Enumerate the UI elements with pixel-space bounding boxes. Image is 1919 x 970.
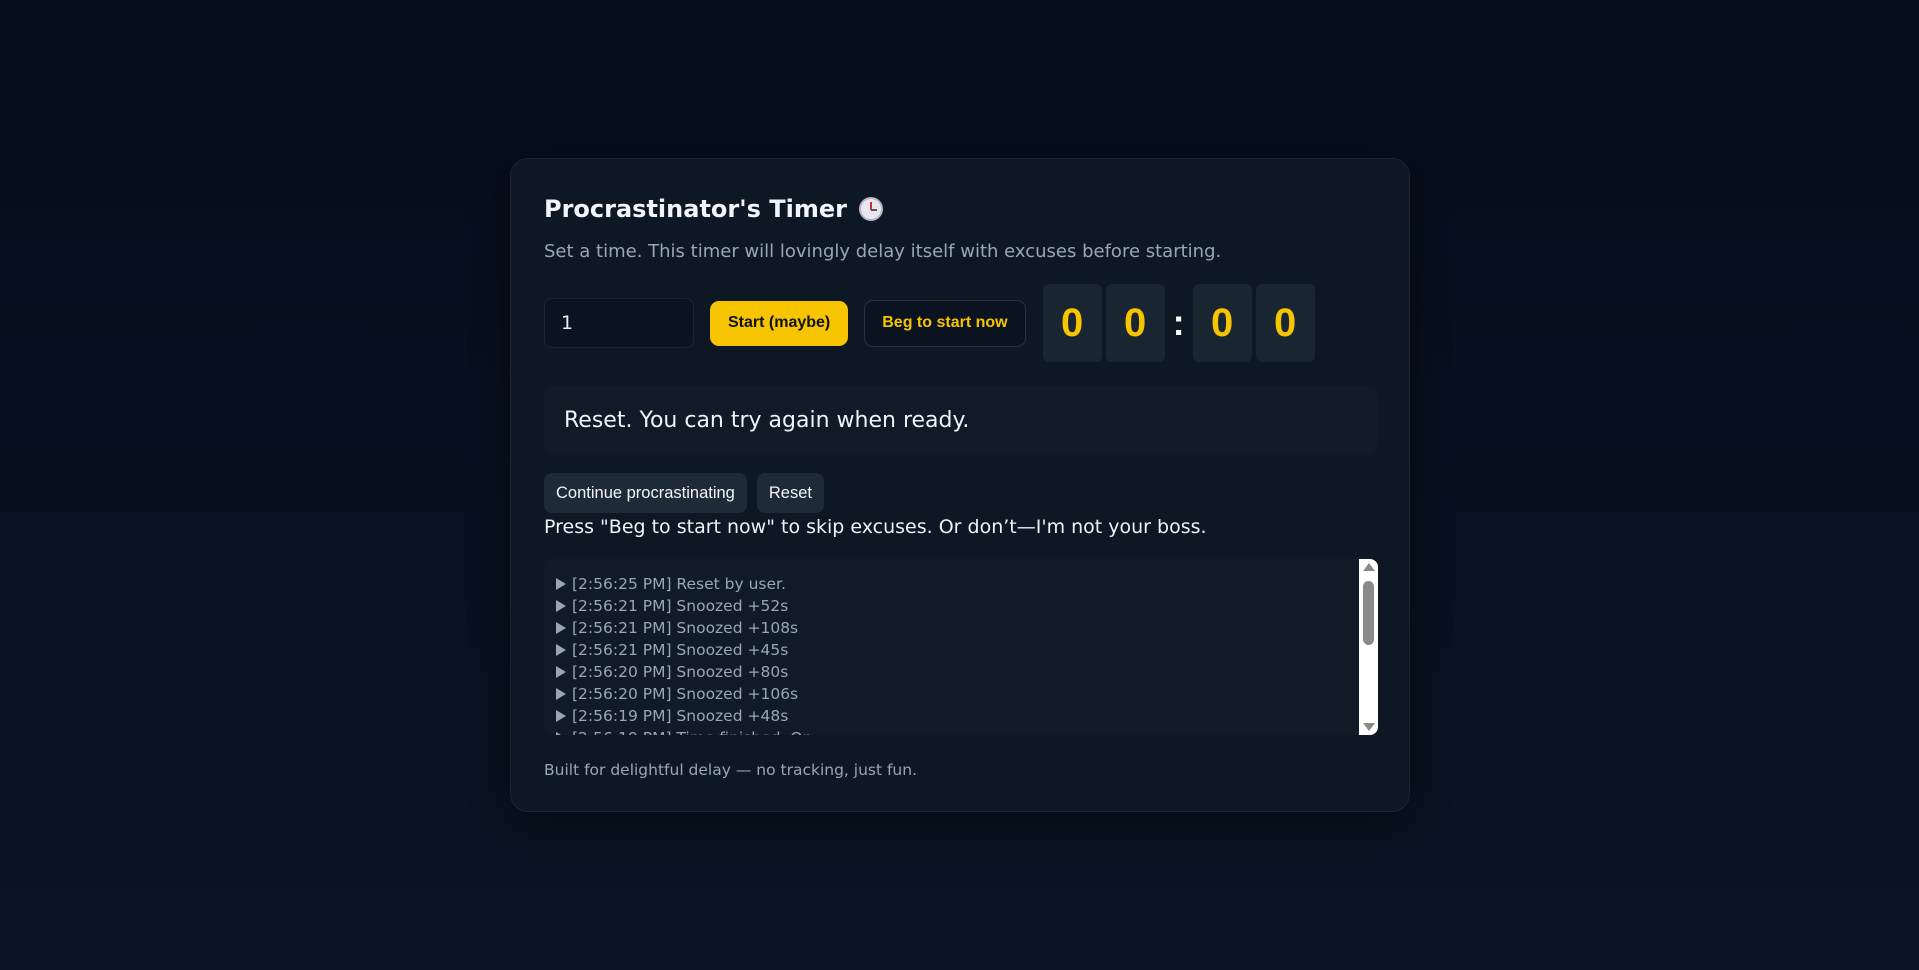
log-entry[interactable]: [2:56:21 PM] Snoozed +45s	[556, 639, 1356, 661]
disclosure-triangle-icon	[556, 710, 566, 722]
log-entry[interactable]: [2:56:19 PM] Time finished. Or...	[556, 727, 1356, 735]
log-entry-text: [2:56:21 PM] Snoozed +45s	[572, 641, 789, 659]
log-entry[interactable]: [2:56:21 PM] Snoozed +108s	[556, 617, 1356, 639]
event-log[interactable]: [2:56:25 PM] Reset by user. [2:56:21 PM]…	[544, 559, 1378, 735]
timer-digit: 0	[1192, 284, 1252, 362]
disclosure-triangle-icon	[556, 600, 566, 612]
disclosure-triangle-icon	[556, 644, 566, 656]
minutes-input[interactable]	[544, 298, 694, 348]
disclosure-triangle-icon	[556, 666, 566, 678]
log-entry[interactable]: [2:56:20 PM] Snoozed +80s	[556, 661, 1356, 683]
disclosure-triangle-icon	[556, 578, 566, 590]
log-list: [2:56:25 PM] Reset by user. [2:56:21 PM]…	[556, 573, 1356, 735]
disclosure-triangle-icon	[556, 688, 566, 700]
log-entry-text: [2:56:20 PM] Snoozed +106s	[572, 685, 799, 703]
timer-display: 0 0 : 0 0	[1042, 284, 1315, 362]
start-button[interactable]: Start (maybe)	[710, 300, 849, 346]
disclosure-triangle-icon	[556, 732, 566, 735]
log-scrollbar[interactable]	[1359, 559, 1378, 735]
page-title: Procrastinator's Timer	[544, 195, 847, 223]
timer-digit: 0	[1105, 284, 1165, 362]
footer-text: Built for delightful delay — no tracking…	[544, 761, 918, 779]
log-entry-text: [2:56:21 PM] Snoozed +52s	[572, 597, 789, 615]
log-entry-text: [2:56:25 PM] Reset by user.	[572, 575, 786, 593]
timer-card: Procrastinator's Timer Set a time. This …	[510, 158, 1410, 812]
disclosure-triangle-icon	[556, 622, 566, 634]
header: Procrastinator's Timer	[544, 195, 883, 223]
log-entry[interactable]: [2:56:19 PM] Snoozed +48s	[556, 705, 1356, 727]
continue-procrastinating-button[interactable]: Continue procrastinating	[544, 473, 747, 513]
log-entry-text: [2:56:21 PM] Snoozed +108s	[572, 619, 799, 637]
log-entry[interactable]: [2:56:21 PM] Snoozed +52s	[556, 595, 1356, 617]
scroll-down-arrow-icon[interactable]	[1363, 723, 1375, 731]
log-entry-text: [2:56:19 PM] Time finished. Or...	[572, 727, 822, 735]
hint-text: Press "Beg to start now" to skip excuses…	[544, 516, 1207, 538]
reset-button[interactable]: Reset	[756, 473, 824, 513]
log-entry-text: [2:56:20 PM] Snoozed +80s	[572, 663, 789, 681]
timer-digit: 0	[1255, 284, 1315, 362]
log-entry[interactable]: [2:56:25 PM] Reset by user.	[556, 573, 1356, 595]
subtitle: Set a time. This timer will lovingly del…	[544, 241, 1222, 262]
actions-row: Continue procrastinating Reset	[544, 473, 824, 513]
log-entry-text: [2:56:19 PM] Snoozed +48s	[572, 707, 789, 725]
log-entry[interactable]: [2:56:20 PM] Snoozed +106s	[556, 683, 1356, 705]
beg-to-start-button[interactable]: Beg to start now	[864, 299, 1026, 347]
controls-row: Start (maybe) Beg to start now 0 0 : 0 0	[544, 284, 1315, 362]
timer-separator: :	[1172, 302, 1185, 343]
status-message: Reset. You can try again when ready.	[544, 386, 1378, 455]
clock-icon	[858, 197, 883, 221]
timer-digit: 0	[1042, 284, 1102, 362]
scroll-thumb[interactable]	[1363, 581, 1374, 645]
scroll-up-arrow-icon[interactable]	[1363, 563, 1375, 571]
